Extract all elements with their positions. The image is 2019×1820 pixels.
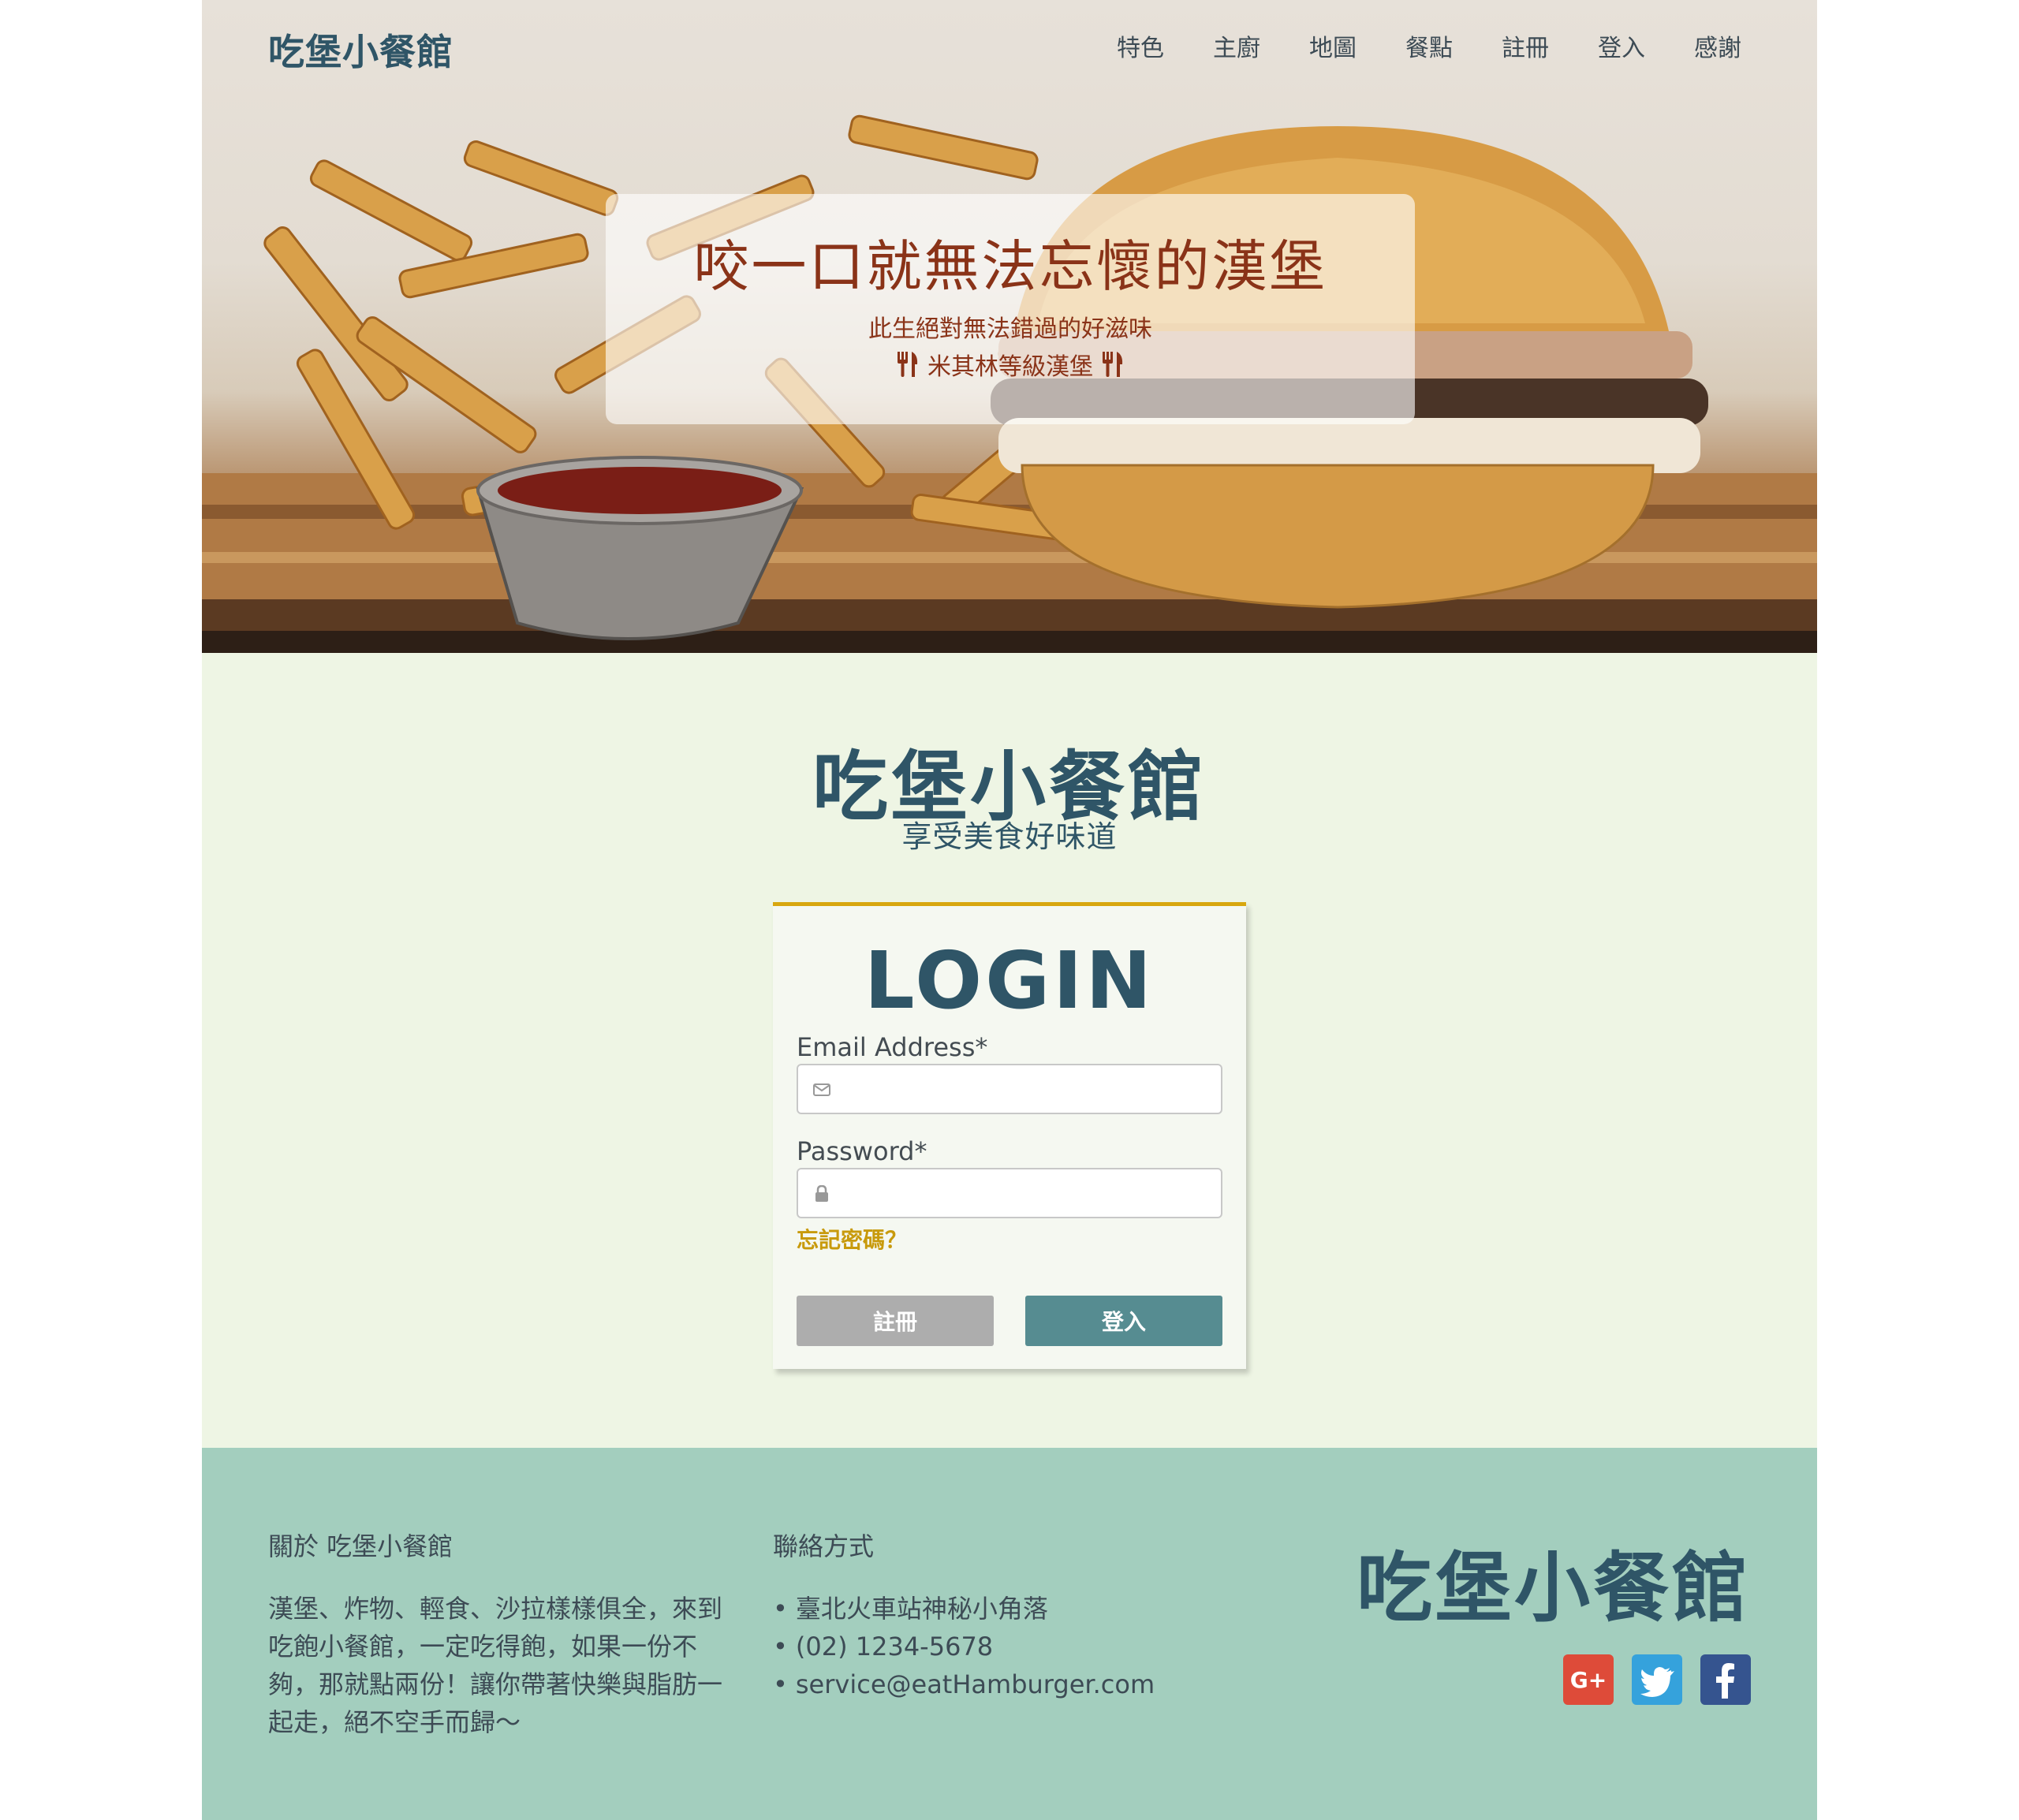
envelope-icon <box>813 1083 830 1096</box>
nav-link-thanks[interactable]: 感謝 <box>1694 28 1741 63</box>
google-plus-icon[interactable]: G+ <box>1563 1654 1614 1705</box>
hero-subtitle: 此生絕對無法錯過的好滋味 <box>868 315 1152 343</box>
password-input[interactable] <box>842 1176 1213 1210</box>
utensils-icon <box>898 352 918 377</box>
footer-brand: 吃堡小餐館 <box>1357 1544 1751 1632</box>
nav-link-features[interactable]: 特色 <box>1117 28 1164 63</box>
nav-link-register[interactable]: 註冊 <box>1502 28 1549 63</box>
hero-title: 咬一口就無法忘懷的漢堡 <box>693 234 1327 299</box>
login-card: LOGIN Email Address* Password* 忘記密碼？ 註冊 … <box>773 902 1246 1369</box>
password-label: Password* <box>797 1136 927 1166</box>
facebook-f-icon <box>1716 1663 1734 1699</box>
footer-about-text: 漢堡、炸物、輕食、沙拉樣樣俱全，來到吃飽小餐館，一定吃得飽，如果一份不夠，那就點… <box>268 1594 723 1737</box>
twitter-bird-icon <box>1640 1667 1674 1697</box>
hero-tagline-row: 米其林等級漢堡 <box>606 347 1415 382</box>
contact-phone: (02) 1234-5678 <box>773 1628 1155 1665</box>
login-title: LOGIN <box>864 934 1155 1027</box>
nav-links: 特色 主廚 地圖 餐點 註冊 登入 感謝 <box>1068 28 1741 63</box>
hero-tagline: 米其林等級漢堡 <box>927 353 1093 381</box>
main-brand-tagline: 享受美食好味道 <box>901 819 1118 854</box>
forgot-password-link[interactable]: 忘記密碼？ <box>797 1223 907 1255</box>
lock-icon <box>815 1185 828 1202</box>
hero-card: 咬一口就無法忘懷的漢堡 此生絕對無法錯過的好滋味 米其林等級漢堡 <box>606 194 1415 424</box>
register-button[interactable]: 註冊 <box>797 1296 994 1346</box>
footer-contact-list: 臺北火車站神秘小角落 (02) 1234-5678 service@eatHam… <box>773 1590 1155 1703</box>
contact-address: 臺北火車站神秘小角落 <box>773 1590 1155 1628</box>
email-input[interactable] <box>842 1072 1213 1106</box>
utensils-icon <box>1103 352 1123 377</box>
hero-section: 吃堡小餐館 特色 主廚 地圖 餐點 註冊 登入 感謝 咬一口就無法忘懷的漢堡 此… <box>202 0 1817 653</box>
twitter-icon[interactable] <box>1632 1654 1682 1705</box>
login-button[interactable]: 登入 <box>1025 1296 1222 1346</box>
google-plus-label: G+ <box>1569 1666 1607 1693</box>
top-navbar: 吃堡小餐館 特色 主廚 地圖 餐點 註冊 登入 感謝 <box>202 0 1817 88</box>
nav-link-chef[interactable]: 主廚 <box>1213 28 1260 63</box>
email-label: Email Address* <box>797 1032 988 1062</box>
password-field[interactable] <box>797 1168 1222 1218</box>
nav-link-menu[interactable]: 餐點 <box>1405 28 1453 63</box>
footer-about-heading: 關於 吃堡小餐館 <box>268 1531 453 1561</box>
navbar-brand[interactable]: 吃堡小餐館 <box>268 24 453 76</box>
page: 吃堡小餐館 特色 主廚 地圖 餐點 註冊 登入 感謝 咬一口就無法忘懷的漢堡 此… <box>202 0 1817 1820</box>
footer-contact-heading: 聯絡方式 <box>773 1531 875 1561</box>
facebook-icon[interactable] <box>1700 1654 1751 1705</box>
footer: 關於 吃堡小餐館 漢堡、炸物、輕食、沙拉樣樣俱全，來到吃飽小餐館，一定吃得飽，如… <box>202 1448 1817 1820</box>
nav-link-login[interactable]: 登入 <box>1598 28 1645 63</box>
contact-email[interactable]: service@eatHamburger.com <box>773 1665 1155 1703</box>
email-field[interactable] <box>797 1064 1222 1114</box>
nav-link-map[interactable]: 地圖 <box>1309 28 1357 63</box>
